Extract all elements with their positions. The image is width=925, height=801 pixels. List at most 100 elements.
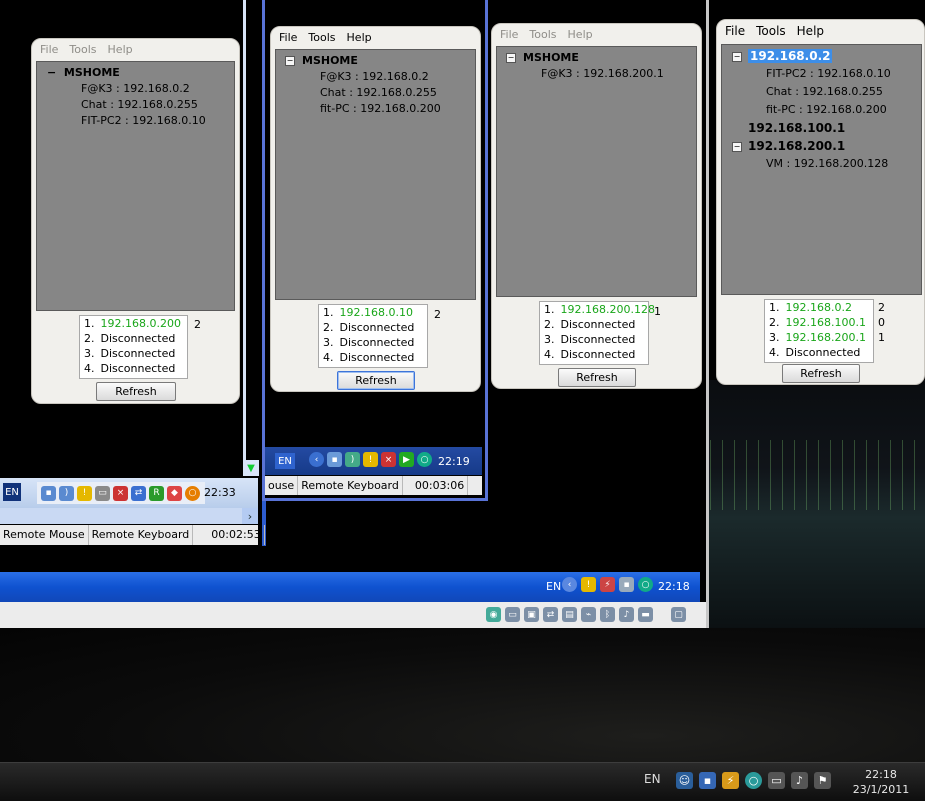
list-item[interactable]: 4. Disconnected [80,361,187,376]
shared-folder-icon[interactable]: ▤ [562,607,577,622]
menu-help[interactable]: Help [568,28,593,42]
network-tree[interactable]: − MSHOME F@K3 : 192.168.0.2 Chat : 192.1… [36,61,235,311]
play-icon[interactable]: ▶ [399,452,414,467]
tree-host-node[interactable]: Chat : 192.168.0.255 [766,85,883,98]
menu-help[interactable]: Help [108,43,133,57]
list-item[interactable]: 1. 192.168.0.200 [80,316,187,331]
tree-host-node[interactable]: fit-PC : 192.168.0.200 [320,102,441,115]
tree-group-node-selected[interactable]: 192.168.0.2 [748,49,833,63]
refresh-button[interactable]: Refresh [96,382,176,401]
display-icon[interactable]: ▬ [638,607,653,622]
computer-icon[interactable]: ▪ [699,772,716,789]
drive-icon[interactable]: ▭ [95,485,110,501]
computer-icon[interactable]: ▪ [41,485,56,501]
sync-icon[interactable]: ○ [745,772,762,789]
ring-icon[interactable]: ○ [185,485,200,501]
menu-tools[interactable]: Tools [529,28,556,42]
network-gadget-3[interactable]: File Tools Help − MSHOME F@K3 : 192.168.… [491,23,702,389]
bluetooth-icon[interactable]: ᛒ [600,607,615,622]
collapse-toggle[interactable]: − [732,52,742,62]
list-item[interactable]: 3. 192.168.200.1 [765,330,873,345]
network-gadget-2[interactable]: File Tools Help − MSHOME F@K3 : 192.168.… [270,26,481,392]
update-icon[interactable]: R [149,485,164,501]
tree-group-node[interactable]: MSHOME [302,54,358,67]
connection-list[interactable]: 1. 192.168.0.2 2. 192.168.100.1 3. 192.168.… [764,299,874,363]
list-item[interactable]: 2. Disconnected [80,331,187,346]
fullscreen-icon[interactable]: ▢ [671,607,686,622]
host-language-indicator[interactable]: EN [546,580,561,593]
list-item[interactable]: 2. Disconnected [540,317,648,332]
list-item[interactable]: 4. Disconnected [765,345,873,360]
scroll-right-icon[interactable]: › [242,508,258,524]
shield-icon[interactable]: ! [77,485,92,501]
collapse-toggle[interactable]: − [285,56,295,66]
tree-group-node[interactable]: 192.168.100.1 [748,121,845,135]
tree-group-node[interactable]: 192.168.200.1 [748,139,845,153]
tree-host-node[interactable]: FIT-PC2 : 192.168.0.10 [766,67,891,80]
list-item[interactable]: 4. Disconnected [319,350,427,365]
refresh-button[interactable]: Refresh [337,371,415,390]
language-indicator[interactable]: EN [644,772,661,786]
back-arrow-icon[interactable]: ‹ [309,452,324,467]
tree-host-node[interactable]: Chat : 192.168.0.255 [320,86,437,99]
left-horizontal-scrollbar[interactable]: › [0,508,258,524]
volume-icon[interactable]: ♪ [791,772,808,789]
tree-host-node[interactable]: F@K3 : 192.168.200.1 [541,67,664,80]
users-icon[interactable]: ☺ [676,772,693,789]
back-arrow-icon[interactable]: ‹ [562,577,577,592]
list-item[interactable]: 3. Disconnected [319,335,427,350]
tree-host-node[interactable]: FIT-PC2 : 192.168.0.10 [81,114,206,127]
shield-icon[interactable]: ! [581,577,596,592]
network-alert-icon[interactable]: ⚡ [600,577,615,592]
wireless-icon[interactable]: ) [345,452,360,467]
floppy-icon[interactable]: ▣ [524,607,539,622]
list-item[interactable]: 4. Disconnected [540,347,648,362]
alert-icon[interactable]: ◆ [167,485,182,501]
network-tree[interactable]: − MSHOME F@K3 : 192.168.0.2 Chat : 192.1… [275,49,476,300]
left-language-indicator[interactable]: EN [3,483,21,501]
menu-help[interactable]: Help [347,31,372,45]
connection-list[interactable]: 1. 192.168.200.128 2. Disconnected 3. Disco… [539,301,655,365]
scroll-down-icon[interactable]: ▼ [243,460,259,476]
computer-icon[interactable]: ▪ [327,452,342,467]
tree-host-node[interactable]: F@K3 : 192.168.0.2 [320,70,429,83]
sync-icon[interactable]: ○ [638,577,653,592]
network-gadget-1[interactable]: File Tools Help − MSHOME F@K3 : 192.168.… [31,38,240,404]
tree-group-node[interactable]: MSHOME [523,51,579,64]
list-item[interactable]: 3. Disconnected [540,332,648,347]
wireless-icon[interactable]: ) [59,485,74,501]
taskbar-clock[interactable]: 22:18 23/1/2011 [846,767,916,797]
tree-host-node[interactable]: VM : 192.168.200.128 [766,157,888,170]
network-icon[interactable]: ⇄ [543,607,558,622]
cd-icon[interactable]: ◉ [486,607,501,622]
action-center-flag-icon[interactable]: ⚑ [814,772,831,789]
menu-file[interactable]: File [725,24,745,38]
power-icon[interactable]: ⚡ [722,772,739,789]
menu-tools[interactable]: Tools [756,24,786,38]
list-item[interactable]: 1. 192.168.200.128 [540,302,655,317]
list-item[interactable]: 1. 192.168.0.2 [765,300,873,315]
shield-icon[interactable]: ! [363,452,378,467]
refresh-button[interactable]: Refresh [558,368,636,387]
speaker-icon[interactable]: ♪ [619,607,634,622]
collapse-toggle[interactable]: − [732,142,742,152]
middle-language-indicator[interactable]: EN [275,453,295,469]
network-tree[interactable]: − MSHOME F@K3 : 192.168.200.1 [496,46,697,297]
network-alert-icon[interactable]: × [381,452,396,467]
menu-file[interactable]: File [40,43,58,57]
list-item[interactable]: 2. 192.168.100.1 [765,315,873,330]
usb-icon[interactable]: ▭ [505,607,520,622]
menu-file[interactable]: File [279,31,297,45]
network-icon[interactable]: ⇄ [131,485,146,501]
list-item[interactable]: 3. Disconnected [80,346,187,361]
tree-host-node[interactable]: fit-PC : 192.168.0.200 [766,103,887,116]
tree-group-node[interactable]: − MSHOME [47,66,120,79]
tree-host-node[interactable]: F@K3 : 192.168.0.2 [81,82,190,95]
network-gadget-4[interactable]: File Tools Help − 192.168.0.2 FIT-PC2 : … [716,19,925,385]
menu-help[interactable]: Help [797,24,824,38]
usb-device-icon[interactable]: ⌁ [581,607,596,622]
menu-tools[interactable]: Tools [308,31,335,45]
list-item[interactable]: 2. Disconnected [319,320,427,335]
connection-list[interactable]: 1. 192.168.0.200 2. Disconnected 3. Disconn… [79,315,188,379]
menu-tools[interactable]: Tools [69,43,96,57]
